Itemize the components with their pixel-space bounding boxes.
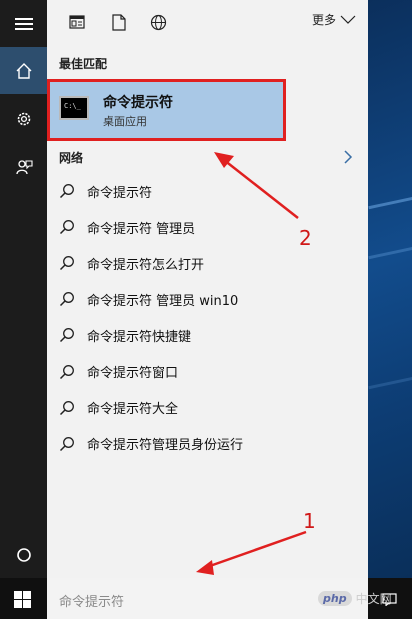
best-match-heading: 最佳匹配 <box>59 57 108 71</box>
globe-icon <box>150 14 166 30</box>
suggestion-text: 命令提示符 管理员 win10 <box>87 293 239 309</box>
wallpaper-beam <box>368 373 412 390</box>
search-suggestion[interactable]: 命令提示符怎么打开 <box>59 252 339 274</box>
power-button[interactable] <box>0 531 47 578</box>
search-suggestion[interactable]: 命令提示符快捷键 <box>59 324 339 346</box>
more-label: 更多 <box>311 13 336 27</box>
suggestion-text: 命令提示符 <box>87 185 153 201</box>
watermark: php 中文网 <box>318 578 392 619</box>
hamburger-icon <box>14 17 33 30</box>
search-input[interactable]: 命令提示符 <box>59 591 124 610</box>
hamburger-button[interactable] <box>0 0 47 47</box>
highlight-best-match <box>47 79 286 141</box>
search-icon <box>59 364 74 379</box>
apps-filter-button[interactable] <box>67 12 87 32</box>
suggestion-text: 命令提示符窗口 <box>87 366 179 381</box>
suggestion-text: 命令提示符管理员身份运行 <box>87 438 244 454</box>
home-button[interactable] <box>0 47 47 94</box>
start-rail <box>0 0 47 578</box>
step-1-label: 1 <box>303 509 316 533</box>
suggestion-text: 命令提示符 管理员 <box>87 221 196 237</box>
wallpaper-beam <box>368 193 412 210</box>
windows-icon[interactable] <box>14 591 31 608</box>
search-suggestion[interactable]: 命令提示符 管理员 win10 <box>59 288 339 310</box>
suggestion-text: 命令提示符快捷键 <box>87 329 192 345</box>
search-icon <box>59 400 74 415</box>
watermark-logo: php <box>318 591 352 606</box>
feedback-button[interactable] <box>0 143 47 190</box>
more-filters-button[interactable]: 更多 <box>312 11 356 28</box>
chevron-right-icon[interactable] <box>343 150 353 164</box>
search-suggestion[interactable]: 命令提示符窗口 <box>59 361 339 383</box>
documents-filter-button[interactable] <box>109 12 129 32</box>
search-icon <box>59 436 74 451</box>
home-icon <box>16 62 31 79</box>
search-suggestion[interactable]: 命令提示符 <box>59 180 339 202</box>
settings-button[interactable] <box>0 95 47 142</box>
step-2-label: 2 <box>299 226 312 250</box>
network-heading: 网络 <box>59 151 84 165</box>
search-icon <box>59 256 74 271</box>
search-icon <box>59 220 74 235</box>
power-icon <box>16 547 31 562</box>
search-icon <box>59 328 74 343</box>
suggestion-text: 命令提示符大全 <box>87 402 179 418</box>
chevron-down-icon <box>340 15 356 24</box>
web-filter-button[interactable] <box>148 12 168 32</box>
search-suggestion[interactable]: 命令提示符管理员身份运行 <box>59 433 339 455</box>
search-suggestion[interactable]: 命令提示符 管理员 <box>59 216 339 238</box>
panel-toolbar: 更多 <box>47 0 368 42</box>
suggestion-text: 命令提示符怎么打开 <box>87 257 205 273</box>
wallpaper-beam <box>368 243 412 260</box>
search-icon <box>59 184 74 199</box>
desktop-wallpaper <box>368 0 412 578</box>
gear-icon <box>17 112 30 125</box>
search-icon <box>59 292 74 307</box>
feedback-icon <box>15 159 33 174</box>
search-suggestion[interactable]: 命令提示符大全 <box>59 397 339 419</box>
notification-icon[interactable] <box>382 593 397 606</box>
file-icon <box>112 13 126 31</box>
document-icon <box>69 15 85 29</box>
